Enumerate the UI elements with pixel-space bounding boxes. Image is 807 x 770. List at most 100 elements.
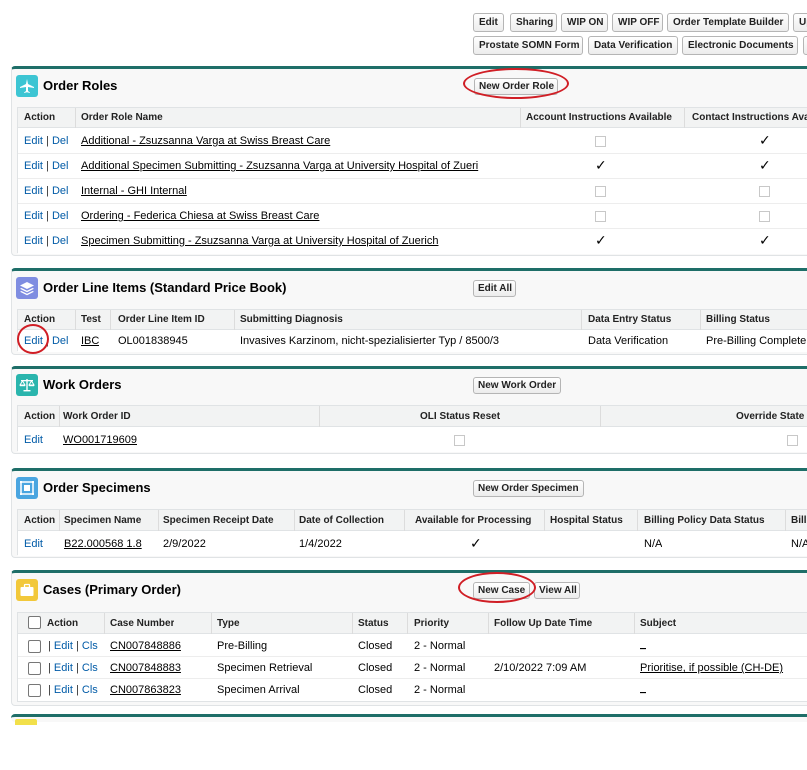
order-role-name-link[interactable]: Ordering - Federica Chiesa at Swiss Brea…	[81, 210, 319, 222]
unchecked-checkbox-icon	[759, 186, 770, 197]
separator: |	[46, 185, 49, 197]
frame-icon	[16, 477, 38, 499]
edit-link[interactable]: Edit	[24, 185, 43, 197]
edit-link[interactable]: Edit	[24, 538, 43, 550]
new-case-button[interactable]: New Case	[473, 582, 530, 599]
separator: |	[48, 640, 51, 652]
work-order-id-link[interactable]: WO001719609	[63, 434, 137, 446]
checkmark-icon: ✓	[470, 535, 482, 551]
subject-link[interactable]: Prioritise, if possible (CH-DE)	[640, 662, 783, 674]
new-work-order-button[interactable]: New Work Order	[473, 377, 561, 394]
column-header: Specimen Name	[64, 515, 142, 526]
specimen-name-link[interactable]: B22.000568 1.8	[64, 538, 142, 550]
edit-link[interactable]: Edit	[24, 235, 43, 247]
del-link[interactable]: Del	[52, 210, 69, 222]
table-row: Edit B22.000568 1.8 2/9/2022 1/4/2022 ✓ …	[18, 532, 807, 556]
checkmark-icon: ✓	[595, 232, 607, 248]
separator: |	[48, 662, 51, 674]
date-of-collection: 1/4/2022	[299, 538, 342, 550]
up-button[interactable]: Up	[793, 13, 807, 32]
edit-link[interactable]: Edit	[54, 684, 73, 696]
cls-link[interactable]: Cls	[82, 684, 98, 696]
del-link[interactable]: Del	[52, 335, 69, 347]
stack-icon	[16, 277, 38, 299]
column-header: Date of Collection	[299, 515, 385, 526]
edit-button[interactable]: Edit	[473, 13, 504, 32]
del-link[interactable]: Del	[52, 185, 69, 197]
cls-link[interactable]: Cls	[82, 662, 98, 674]
electronic-documents-button[interactable]: Electronic Documents	[682, 36, 798, 55]
column-header: Work Order ID	[63, 411, 131, 422]
separator: |	[75, 684, 79, 696]
data-entry-status: Data Verification	[588, 335, 669, 347]
column-header: Account Instructions Available	[526, 112, 672, 123]
table-row: Edit | Del IBC OL001838945 Invasives Kar…	[18, 331, 807, 352]
case-priority: 2 - Normal	[414, 684, 466, 696]
separator: |	[46, 235, 49, 247]
checkmark-icon: ✓	[759, 232, 771, 248]
separator: |	[46, 335, 49, 347]
table-row: Edit | Del Internal - GHI Internal	[18, 179, 807, 204]
edit-link[interactable]: Edit	[54, 662, 73, 674]
follow-up-date-time: 2/10/2022 7:09 AM	[494, 662, 587, 674]
wip-off-button[interactable]: WIP OFF	[612, 13, 663, 32]
case-number-link[interactable]: CN007848883	[110, 662, 181, 674]
edit-link[interactable]: Edit	[24, 434, 43, 446]
edit-link[interactable]: Edit	[24, 210, 43, 222]
order-roles-title: Order Roles	[43, 78, 118, 93]
separator: |	[75, 662, 79, 674]
order-role-name-link[interactable]: Additional Specimen Submitting - Zsuzsan…	[81, 160, 478, 172]
table-row: | Edit | Cls CN007848883 Specimen Retrie…	[18, 657, 807, 679]
test-link[interactable]: IBC	[81, 335, 99, 347]
edit-link[interactable]: Edit	[54, 640, 73, 652]
new-order-role-button[interactable]: New Order Role	[474, 78, 558, 95]
oli-id: OL001838945	[118, 335, 188, 347]
column-header: Case Number	[110, 618, 175, 629]
row-checkbox[interactable]	[28, 662, 41, 675]
column-header: Test	[81, 314, 101, 325]
edit-link[interactable]: Edit	[24, 335, 43, 347]
case-status: Closed	[358, 684, 393, 696]
edit-link[interactable]: Edit	[24, 160, 43, 172]
column-header: Order Role Name	[81, 112, 163, 123]
order-template-builder-button[interactable]: Order Template Builder	[667, 13, 789, 32]
more-button[interactable]	[803, 36, 807, 55]
order-role-name-link[interactable]: Additional - Zsuzsanna Varga at Swiss Br…	[81, 135, 330, 147]
wip-on-button[interactable]: WIP ON	[561, 13, 608, 32]
case-status: Closed	[358, 662, 393, 674]
table-row: Edit | Del Additional - Zsuzsanna Varga …	[18, 129, 807, 154]
cls-link[interactable]: Cls	[82, 640, 98, 652]
case-number-link[interactable]: CN007863823	[110, 684, 181, 696]
column-header: Contact Instructions Available	[692, 112, 807, 123]
prostate-somn-form-button[interactable]: Prostate SOMN Form	[473, 36, 583, 55]
briefcase-icon	[16, 579, 38, 601]
del-link[interactable]: Del	[52, 160, 69, 172]
data-verification-button[interactable]: Data Verification	[588, 36, 678, 55]
work-orders-section: Work Orders New Work Order Action Work O…	[11, 366, 807, 454]
del-link[interactable]: Del	[52, 135, 69, 147]
subject-link[interactable]: _	[640, 682, 646, 694]
del-link[interactable]: Del	[52, 235, 69, 247]
case-number-link[interactable]: CN007848886	[110, 640, 181, 652]
case-type: Pre-Billing	[217, 640, 268, 652]
column-header: Available for Processing	[415, 515, 532, 526]
row-checkbox[interactable]	[28, 640, 41, 653]
view-all-button[interactable]: View All	[534, 582, 580, 599]
new-order-specimen-button[interactable]: New Order Specimen	[473, 480, 584, 497]
row-checkbox[interactable]	[28, 684, 41, 697]
sharing-button[interactable]: Sharing	[510, 13, 557, 32]
edit-link[interactable]: Edit	[24, 135, 43, 147]
work-orders-table: Action Work Order ID OLI Status Reset Ov…	[17, 405, 807, 452]
column-header: Hospital Status	[550, 515, 623, 526]
edit-all-button[interactable]: Edit All	[473, 280, 516, 297]
column-header: Order Line Item ID	[118, 314, 205, 325]
order-specimens-title: Order Specimens	[43, 480, 151, 495]
separator: |	[75, 640, 79, 652]
column-header: Submitting Diagnosis	[240, 314, 343, 325]
order-role-name-link[interactable]: Internal - GHI Internal	[81, 185, 187, 197]
table-row: | Edit | Cls CN007848886 Pre-Billing Clo…	[18, 635, 807, 657]
subject-link[interactable]: _	[640, 638, 646, 650]
column-header: Action	[47, 618, 79, 629]
select-all-checkbox[interactable]	[28, 616, 41, 629]
order-role-name-link[interactable]: Specimen Submitting - Zsuzsanna Varga at…	[81, 235, 438, 247]
